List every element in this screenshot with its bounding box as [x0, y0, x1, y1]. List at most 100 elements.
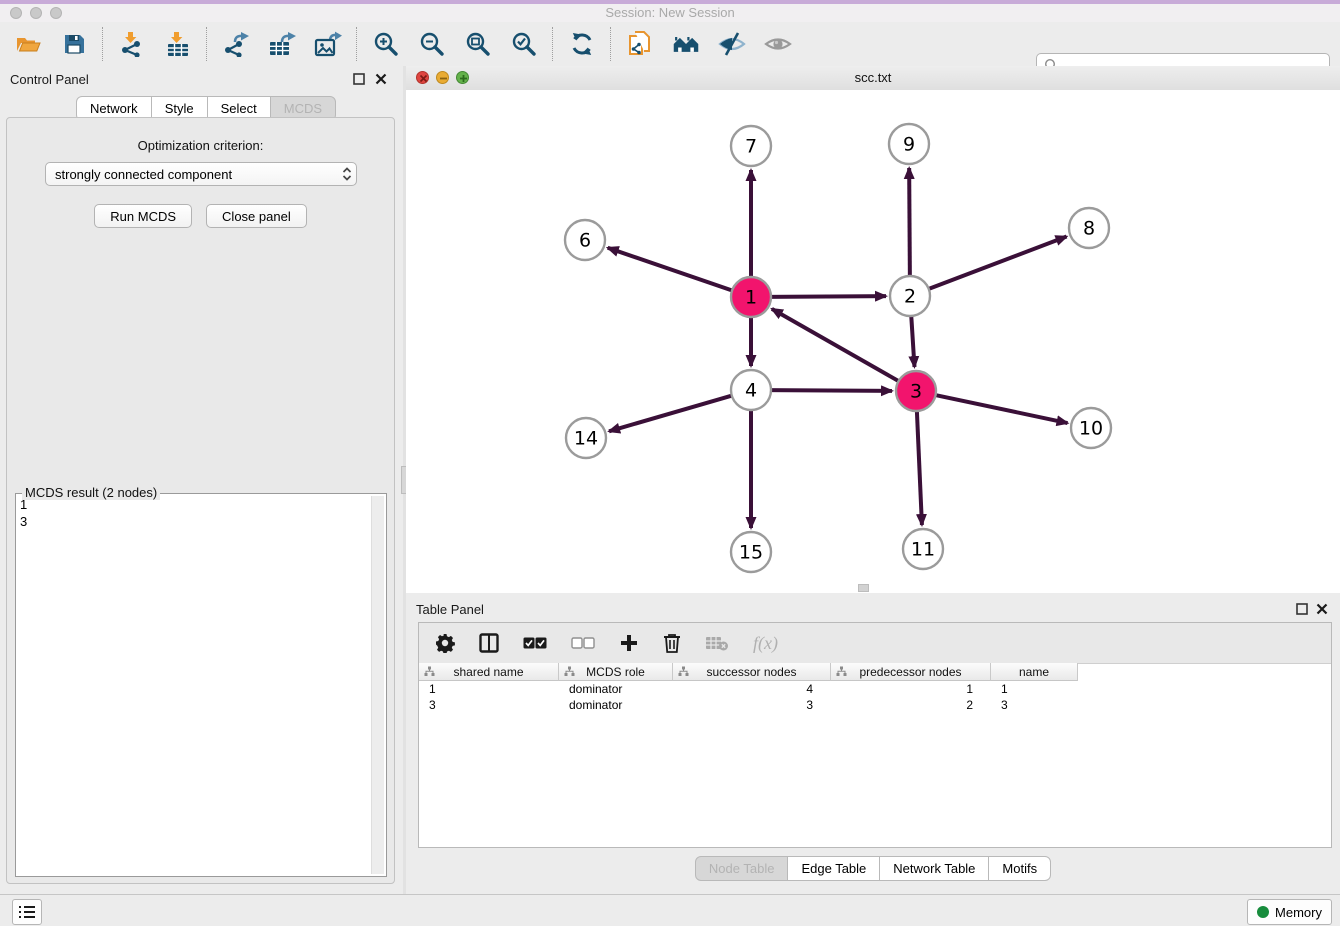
- graph-node-6[interactable]: 6: [565, 220, 605, 260]
- result-scrollbar[interactable]: [371, 496, 384, 874]
- table-panel-title: Table Panel: [416, 602, 484, 617]
- graph-node-14[interactable]: 14: [566, 418, 606, 458]
- control-panel: Control Panel NetworkStyleSelectMCDS Opt…: [0, 66, 403, 894]
- graph-edge-2-3[interactable]: [911, 314, 914, 367]
- graph-node-3[interactable]: 3: [896, 371, 936, 411]
- graph-edge-1-6[interactable]: [608, 248, 734, 291]
- graph-edge-2-8[interactable]: [927, 237, 1067, 290]
- new-network-from-selection-icon[interactable]: [626, 30, 654, 58]
- first-neighbors-icon[interactable]: [672, 30, 700, 58]
- column-header-MCDS-role[interactable]: MCDS role: [559, 663, 673, 681]
- table-rows: 1dominator4113dominator323: [419, 681, 1331, 713]
- svg-text:1: 1: [745, 287, 757, 309]
- graph-node-2[interactable]: 2: [890, 276, 930, 316]
- graph-edge-4-14[interactable]: [609, 395, 734, 431]
- zoom-selected-icon[interactable]: [510, 30, 538, 58]
- table-row[interactable]: 3dominator323: [419, 697, 1331, 713]
- table-cell[interactable]: 1: [991, 681, 1078, 697]
- show-columns-icon[interactable]: [479, 633, 499, 653]
- tab-edge-table[interactable]: Edge Table: [787, 856, 880, 881]
- chevron-updown-icon: [338, 166, 356, 182]
- mcds-result-title: MCDS result (2 nodes): [22, 485, 160, 500]
- apply-layout-icon[interactable]: [568, 30, 596, 58]
- export-table-icon[interactable]: [268, 30, 296, 58]
- table-cell[interactable]: 3: [419, 697, 559, 713]
- window-titlebar: Session: New Session: [0, 0, 1340, 23]
- close-panel-button[interactable]: Close panel: [206, 204, 307, 228]
- zoom-fit-icon[interactable]: [464, 30, 492, 58]
- hide-selection-icon[interactable]: [718, 30, 746, 58]
- zoom-in-icon[interactable]: [372, 30, 400, 58]
- import-table-icon[interactable]: [164, 30, 192, 58]
- svg-text:4: 4: [745, 380, 757, 402]
- save-session-icon[interactable]: [60, 30, 88, 58]
- column-header-predecessor-nodes[interactable]: predecessor nodes: [831, 663, 991, 681]
- table-cell[interactable]: 3: [673, 697, 831, 713]
- show-all-icon[interactable]: [764, 30, 792, 58]
- zoom-out-icon[interactable]: [418, 30, 446, 58]
- graph-node-8[interactable]: 8: [1069, 208, 1109, 248]
- graph-node-10[interactable]: 10: [1071, 408, 1111, 448]
- table-cell[interactable]: 2: [831, 697, 991, 713]
- open-session-icon[interactable]: [14, 30, 42, 58]
- task-history-button[interactable]: [12, 899, 42, 925]
- delete-table-icon: [705, 635, 729, 651]
- float-panel-icon[interactable]: [353, 72, 367, 86]
- table-settings-gear-icon[interactable]: [435, 633, 455, 653]
- graph-edge-2-9[interactable]: [909, 168, 910, 278]
- memory-button[interactable]: Memory: [1247, 899, 1332, 925]
- graph-node-15[interactable]: 15: [731, 532, 771, 572]
- network-frame-titlebar: scc.txt: [406, 66, 1340, 91]
- tab-motifs[interactable]: Motifs: [988, 856, 1051, 881]
- table-cell[interactable]: 1: [831, 681, 991, 697]
- graph-edge-3-1[interactable]: [772, 309, 901, 382]
- tab-node-table[interactable]: Node Table: [695, 856, 789, 881]
- close-panel-icon[interactable]: [375, 72, 389, 86]
- select-all-columns-icon[interactable]: [523, 637, 547, 649]
- unselect-all-columns-icon[interactable]: [571, 637, 595, 649]
- table-panel-header: Table Panel: [406, 596, 1340, 622]
- tab-network-table[interactable]: Network Table: [879, 856, 989, 881]
- svg-text:10: 10: [1079, 418, 1103, 440]
- table-cell[interactable]: dominator: [559, 697, 673, 713]
- graph-edge-1-2[interactable]: [769, 296, 886, 297]
- table-cell[interactable]: 1: [419, 681, 559, 697]
- column-header-shared-name[interactable]: shared name: [419, 663, 559, 681]
- graph-node-7[interactable]: 7: [731, 126, 771, 166]
- graph-node-4[interactable]: 4: [731, 370, 771, 410]
- function-builder-icon: f(x): [753, 633, 778, 654]
- graph-edge-4-3[interactable]: [769, 390, 892, 391]
- canvas-grip[interactable]: [858, 584, 869, 592]
- graph-node-11[interactable]: 11: [903, 529, 943, 569]
- flow-hierarchy-icon: [424, 666, 435, 680]
- table-cell[interactable]: 3: [991, 697, 1078, 713]
- export-network-icon[interactable]: [222, 30, 250, 58]
- delete-column-trash-icon[interactable]: [663, 633, 681, 653]
- create-column-icon[interactable]: [619, 633, 639, 653]
- column-header-label: shared name: [453, 665, 523, 679]
- network-canvas[interactable]: 7 9 6 8 1 2 4 3 14 10 15 11: [406, 90, 1340, 593]
- table-cell[interactable]: dominator: [559, 681, 673, 697]
- table-cell[interactable]: 4: [673, 681, 831, 697]
- graph-edge-3-11[interactable]: [917, 409, 922, 525]
- memory-status-icon: [1257, 906, 1269, 918]
- table-row[interactable]: 1dominator411: [419, 681, 1331, 697]
- column-header-name[interactable]: name: [991, 663, 1078, 681]
- graph-edge-3-10[interactable]: [934, 395, 1068, 423]
- mcds-result-list: 13: [20, 497, 27, 530]
- close-panel-icon[interactable]: [1316, 602, 1330, 616]
- mcds-result-item: 3: [20, 514, 27, 531]
- graph-node-9[interactable]: 9: [889, 124, 929, 164]
- column-header-successor-nodes[interactable]: successor nodes: [673, 663, 831, 681]
- svg-text:9: 9: [903, 134, 915, 156]
- graph-node-1[interactable]: 1: [731, 277, 771, 317]
- criterion-select[interactable]: strongly connected component: [45, 162, 357, 186]
- status-bar: Memory: [0, 894, 1340, 926]
- run-mcds-button[interactable]: Run MCDS: [94, 204, 192, 228]
- export-image-icon[interactable]: [314, 30, 342, 58]
- list-icon: [18, 905, 36, 919]
- svg-text:2: 2: [904, 286, 916, 308]
- import-network-icon[interactable]: [118, 30, 146, 58]
- float-panel-icon[interactable]: [1296, 602, 1310, 616]
- flow-hierarchy-icon: [836, 666, 847, 680]
